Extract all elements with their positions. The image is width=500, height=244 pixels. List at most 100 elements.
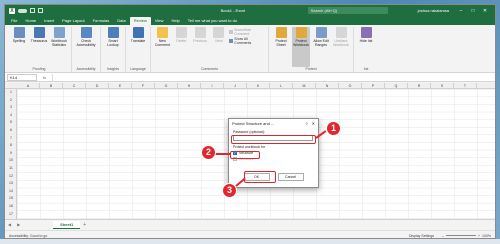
callout-1: 1 xyxy=(326,121,341,136)
close-button[interactable]: ✕ xyxy=(479,8,491,14)
lookup-icon xyxy=(107,27,119,38)
tab-home[interactable]: Home xyxy=(21,17,40,25)
tell-me-box[interactable]: Tell me what you want to do xyxy=(188,17,237,25)
accessibility-status[interactable]: Accessibility: Good to go xyxy=(9,234,47,238)
spelling-button[interactable]: Spelling xyxy=(10,27,28,67)
tab-data[interactable]: Data xyxy=(113,17,129,25)
sheet-next-icon[interactable]: ▶ xyxy=(17,222,20,227)
row-headers: 1 2 3 4 5 6 7 8 9 10 11 12 13 14 15 16 17 xyxy=(5,89,17,219)
show-hide-comment-button[interactable]: Show/Hide Comment xyxy=(229,28,265,36)
tab-insert[interactable]: Insert xyxy=(40,17,58,25)
search-box[interactable]: Search (Alt+Q) xyxy=(307,7,388,14)
sheet-tab-sheet1[interactable]: Sheet1 xyxy=(53,220,81,229)
structure-highlight xyxy=(230,151,260,159)
dialog-title-bar: Protect Structure and ... ? ✕ xyxy=(229,119,318,128)
row-header[interactable]: 7 xyxy=(5,135,17,143)
comment-icon xyxy=(156,27,168,38)
zoom-control[interactable]: – + 100% xyxy=(442,234,491,238)
row-header[interactable]: 11 xyxy=(5,165,17,173)
row-header[interactable]: 17 xyxy=(5,211,17,219)
allow-edit-ranges-button[interactable]: Allow Edit Ranges xyxy=(312,27,330,67)
excel-logo-icon: X xyxy=(9,7,15,14)
new-comment-button[interactable]: New Comment xyxy=(154,27,171,67)
protect-workbook-button[interactable]: Protect Workbook xyxy=(292,27,310,67)
next-comment-button[interactable]: Next xyxy=(211,27,228,67)
unshare-icon xyxy=(335,27,347,38)
help-icon[interactable]: ? xyxy=(305,121,307,126)
row-header[interactable]: 16 xyxy=(5,203,17,211)
delete-icon xyxy=(175,27,187,38)
tab-file[interactable]: File xyxy=(7,17,21,25)
group-comments: New Comment Delete Previous Next Show/Hi… xyxy=(151,27,269,72)
tab-formulas[interactable]: Formulas xyxy=(89,17,114,25)
name-box[interactable]: K14 xyxy=(7,73,37,81)
translate-icon xyxy=(132,27,144,38)
maximize-button[interactable]: □ xyxy=(467,8,479,14)
row-header[interactable]: 2 xyxy=(5,97,17,105)
group-label: Comments xyxy=(201,67,218,71)
protect-for-label: Protect workbook for xyxy=(233,145,266,149)
zoom-out-icon[interactable]: – xyxy=(442,234,444,238)
row-header[interactable]: 5 xyxy=(5,119,17,127)
sheet-prev-icon[interactable]: ◀ xyxy=(8,222,11,227)
delete-comment-button[interactable]: Delete xyxy=(173,27,190,67)
protect-sheet-button[interactable]: Protect Sheet xyxy=(272,27,290,67)
row-header[interactable]: 12 xyxy=(5,173,17,181)
row-header[interactable]: 3 xyxy=(5,104,17,112)
fx-icon[interactable]: fx xyxy=(43,75,46,80)
previous-comment-button[interactable]: Previous xyxy=(192,27,209,67)
next-icon xyxy=(213,27,225,38)
zoom-slider[interactable] xyxy=(446,235,476,236)
autosave-toggle[interactable] xyxy=(18,8,27,13)
hide-ink-button[interactable]: Hide Ink xyxy=(357,27,375,67)
status-bar: Accessibility: Good to go Display Settin… xyxy=(5,230,495,238)
row-header[interactable]: 4 xyxy=(5,112,17,120)
group-label: Protect xyxy=(305,67,317,71)
ink-icon xyxy=(360,27,372,38)
group-insights: Smart Lookup Insights xyxy=(101,27,126,72)
row-header[interactable]: 14 xyxy=(5,188,17,196)
save-icon[interactable] xyxy=(30,8,35,13)
tab-view[interactable]: View xyxy=(151,17,168,25)
group-protect: Protect Sheet Protect Workbook Allow Edi… xyxy=(269,27,354,72)
minimize-button[interactable]: – xyxy=(455,8,467,14)
group-accessibility: Check Accessibility Accessibility xyxy=(72,27,101,72)
unshare-workbook-button[interactable]: Unshare Workbook xyxy=(332,27,350,67)
ribbon-tabs: File Home Insert Page Layout Formulas Da… xyxy=(5,16,495,25)
tab-page-layout[interactable]: Page Layout xyxy=(58,17,88,25)
user-name[interactable]: joshua rakalamsa xyxy=(418,8,449,13)
ranges-icon xyxy=(315,27,327,38)
show-all-comments-button[interactable]: Show All Comments xyxy=(229,37,265,45)
row-header[interactable]: 10 xyxy=(5,157,17,165)
row-header[interactable]: 6 xyxy=(5,127,17,135)
row-header[interactable]: 15 xyxy=(5,195,17,203)
group-label: Accessibility xyxy=(76,67,96,71)
cancel-button[interactable]: Cancel xyxy=(277,173,304,181)
thesaurus-icon xyxy=(33,27,45,38)
group-label: Insights xyxy=(106,67,120,71)
smart-lookup-button[interactable]: Smart Lookup xyxy=(104,27,122,67)
display-settings[interactable]: Display Settings xyxy=(409,234,434,238)
undo-icon[interactable] xyxy=(38,8,43,13)
formula-input[interactable] xyxy=(52,73,495,81)
workbook-statistics-button[interactable]: Workbook Statistics xyxy=(50,27,68,67)
sheet-tab-bar: ◀ ▶ Sheet1 + xyxy=(5,219,495,229)
zoom-in-icon[interactable]: + xyxy=(478,234,480,238)
tab-help[interactable]: Help xyxy=(167,17,183,25)
row-header[interactable]: 8 xyxy=(5,142,17,150)
translate-button[interactable]: Translate xyxy=(129,27,147,67)
row-header[interactable]: 1 xyxy=(5,89,17,97)
row-header[interactable]: 9 xyxy=(5,150,17,158)
group-language: Translate Language xyxy=(126,27,151,72)
dialog-close-icon[interactable]: ✕ xyxy=(312,121,315,126)
accessibility-icon xyxy=(80,27,92,38)
group-label: Ink xyxy=(363,67,369,71)
check-accessibility-button[interactable]: Check Accessibility xyxy=(75,27,97,67)
thesaurus-button[interactable]: Thesaurus xyxy=(30,27,48,67)
previous-icon xyxy=(194,27,206,38)
ok-highlight xyxy=(244,171,276,183)
password-label: Password (optional): xyxy=(233,130,265,134)
add-sheet-button[interactable]: + xyxy=(83,222,86,228)
tab-review[interactable]: Review xyxy=(129,17,151,25)
row-header[interactable]: 13 xyxy=(5,180,17,188)
